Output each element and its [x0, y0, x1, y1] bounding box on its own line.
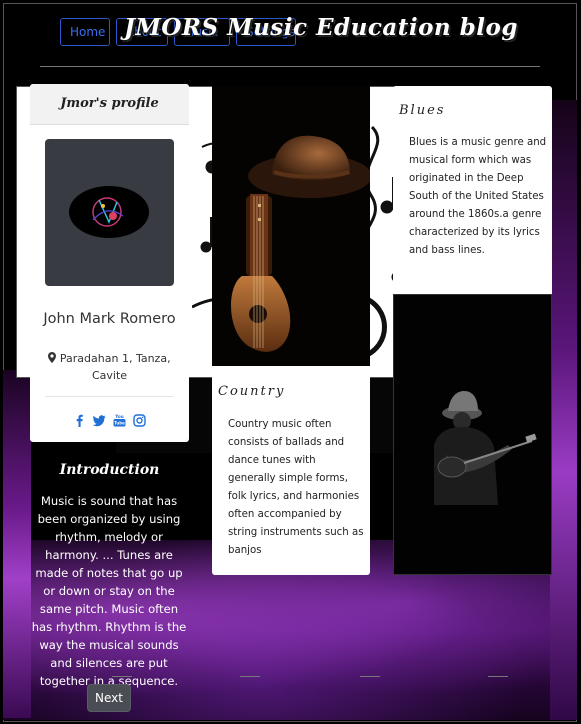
footer-dash [240, 676, 260, 677]
instagram-icon[interactable] [133, 414, 146, 427]
twitter-icon[interactable] [92, 414, 106, 427]
facebook-icon[interactable] [73, 414, 86, 427]
blues-title: Blues [399, 103, 446, 118]
profile-divider [45, 396, 174, 397]
country-card: Country Country music often consists of … [212, 366, 370, 575]
blues-text: Blues is a music genre and musical form … [409, 137, 547, 256]
social-links: You Tube [30, 410, 189, 429]
profile-card: Jmor's profile John Mark Romero Paradaha… [30, 84, 189, 442]
blues-guitarist-image [393, 294, 552, 575]
profile-heading: Jmor's profile [30, 84, 189, 125]
country-title: Country [218, 384, 286, 399]
nav-home-button[interactable]: Home [60, 18, 110, 46]
youtube-icon[interactable]: You Tube [113, 414, 126, 427]
blues-card: Blues Blues is a music genre and musical… [393, 86, 552, 294]
next-button[interactable]: Next [87, 684, 131, 712]
header-divider [40, 66, 540, 67]
intro-text: Music is sound that has been organized b… [31, 494, 187, 688]
purple-right-strip [550, 100, 577, 720]
footer-dash [112, 676, 132, 677]
country-text: Country music often consists of ballads … [228, 419, 364, 556]
intro-title: Introduction [59, 462, 160, 478]
neon-music-art [92, 197, 124, 227]
avatar [45, 139, 174, 286]
footer-dash [488, 676, 508, 677]
profile-location: Paradahan 1, Tanza, Cavite [38, 350, 181, 384]
profile-location-text: Paradahan 1, Tanza, Cavite [59, 352, 171, 382]
map-marker-icon [48, 352, 57, 363]
cowboy-hat-guitar-art [231, 135, 370, 352]
site-title: JMORS Music Education blog [124, 14, 518, 41]
svg-text:Tube: Tube [114, 420, 125, 425]
footer-dash [360, 676, 380, 677]
avatar-image [69, 186, 149, 238]
guitarist-art [434, 391, 537, 505]
svg-text:You: You [114, 414, 124, 419]
country-guitar-hat-image [212, 86, 370, 366]
profile-name: John Mark Romero [43, 311, 176, 327]
purple-left-strip [3, 370, 31, 718]
